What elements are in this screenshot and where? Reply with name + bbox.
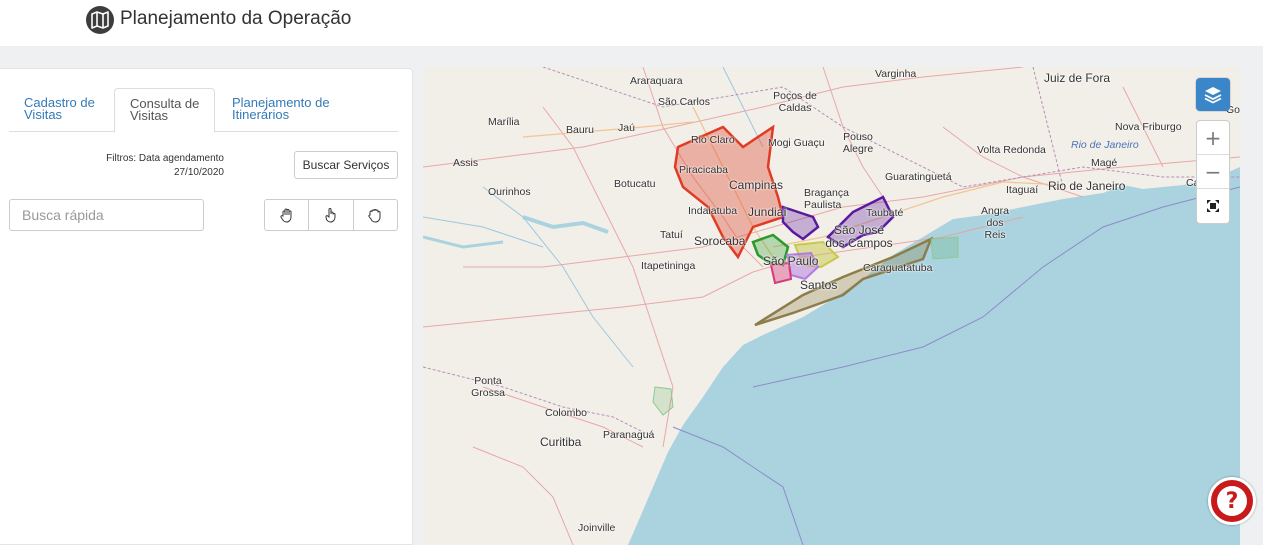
map-label: Bauru [566,124,595,136]
map-label: Tatuí [660,229,683,241]
hand-grab-icon[interactable] [354,200,397,230]
map-label: Volta Redonda [977,144,1046,156]
tab-label: Consulta de Visitas [130,96,200,123]
map-label: Campinas [729,178,784,192]
map-label: São José dos Campos [825,223,893,250]
fullscreen-button[interactable] [1197,189,1229,223]
tab-label: Planejamento de Itinerários [232,95,330,122]
layers-button[interactable] [1196,78,1230,111]
map-label: Rio de Janeiro [1071,139,1139,151]
header: Planejamento da Operação [0,0,1263,46]
help-icon: ? [1217,486,1247,516]
tab-cadastro-de-visitas[interactable]: Cadastro de Visitas [9,88,114,132]
zoom-controls: + − [1196,120,1230,224]
map-label: Paranaguá [603,429,655,441]
map-label: Curitiba [540,435,582,449]
map-view[interactable]: Varginha Juiz de Fora Araraquara São Car… [423,67,1240,545]
map-label: Poços de Caldas [773,90,817,114]
map-label: Assis [453,157,479,169]
map-label: Mogi Guaçu [768,137,825,149]
tab-label: Cadastro de Visitas [24,95,95,122]
map-label: Guaratinguetá [885,171,952,183]
map-label: Pouso Alegre [842,131,874,155]
app-root: Planejamento da Operação Cadastro de Vis… [0,0,1263,545]
filters-label: Filtros: Data agendamento 27/10/2020 [60,152,224,180]
fullscreen-icon [1207,200,1219,212]
map-label: Jaú [618,122,635,134]
map-label: Botucatu [614,178,656,190]
map-label: Sorocaba [694,234,746,248]
map-label: Bragança Paulista [804,187,849,211]
map-label: Caraguatatuba [863,262,933,274]
map-label: Piracicaba [679,164,729,176]
map-label: Magé [1091,157,1118,169]
map-label: Rio Claro [691,134,735,146]
zoom-in-button[interactable]: + [1197,121,1229,155]
map-label: Ponta Grossa [471,375,505,399]
map-label: Varginha [875,68,917,80]
tab-bar: Cadastro de Visitas Consulta de Visitas … [9,88,398,133]
hand-open-icon[interactable] [265,200,310,230]
map-label: São Paulo [763,254,819,268]
layers-icon [1204,86,1222,104]
help-button[interactable]: ? [1208,477,1256,525]
page-title: Planejamento da Operação [120,8,352,29]
map-label: Indaiatuba [688,205,738,217]
map-label: Rio de Janeiro [1048,179,1126,193]
map-book-icon [86,6,114,34]
map-label: Marília [488,116,520,128]
map-label: Juiz de Fora [1044,71,1111,85]
map-label: Araraquara [630,75,683,87]
map-label: Joinville [578,522,616,534]
map-label: Nova Friburgo [1115,121,1182,133]
map-label: São Carlos [658,96,710,108]
left-panel: Cadastro de Visitas Consulta de Visitas … [0,68,413,545]
map-label: Santos [800,278,838,292]
filters-date: 27/10/2020 [173,167,224,178]
zoom-out-button[interactable]: − [1197,155,1229,189]
buscar-servicos-button[interactable]: Buscar Serviços [294,151,398,179]
map-label: Taubaté [866,207,904,219]
filters-title: Filtros: Data agendamento [106,153,224,164]
map-label: Jundiaí [748,205,787,219]
map-label: Colombo [545,407,588,419]
hand-tools-group [264,199,398,231]
content-area: Cadastro de Visitas Consulta de Visitas … [0,46,1263,545]
tab-planejamento-de-itinerarios[interactable]: Planejamento de Itinerários [217,88,347,132]
map-label: Itaguaí [1006,184,1039,196]
map-label: Ourinhos [488,186,531,198]
map-label: Angra dos Reis [980,205,1010,241]
hand-pointer-icon[interactable] [309,200,354,230]
tab-consulta-de-visitas[interactable]: Consulta de Visitas [114,88,215,133]
map-label: Itapetininga [641,260,696,272]
quick-search-input[interactable] [9,199,204,231]
